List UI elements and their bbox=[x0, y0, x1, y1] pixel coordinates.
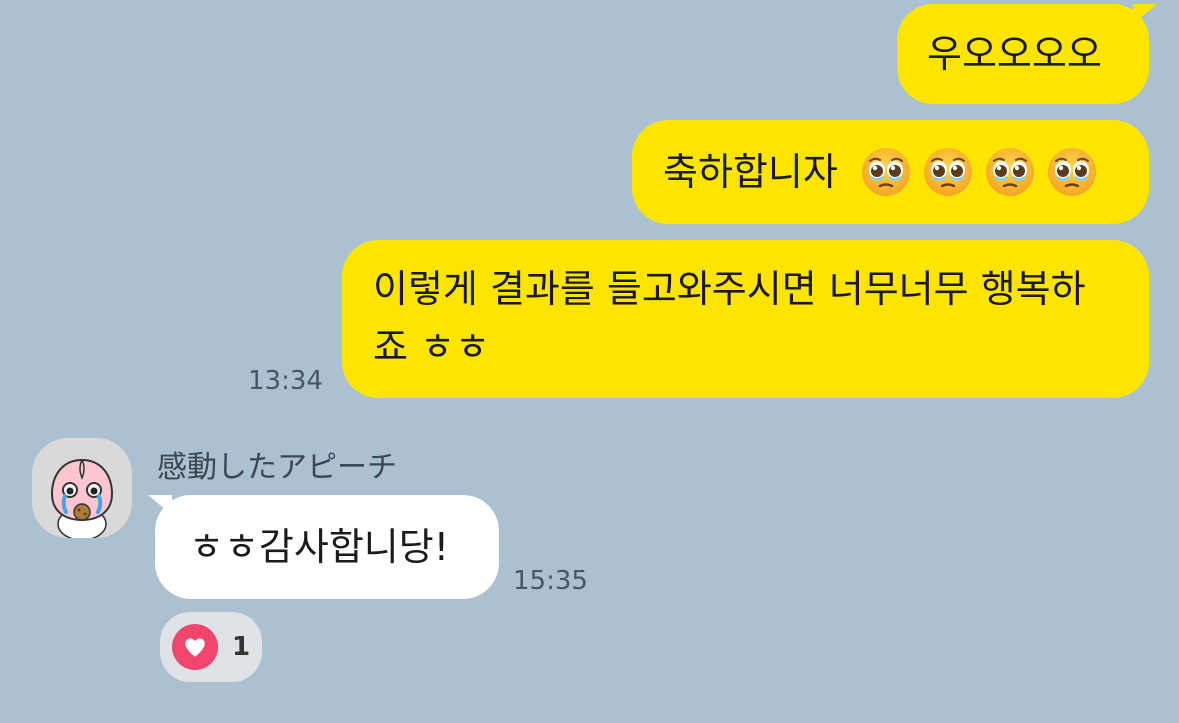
their-message-bubble[interactable]: ㅎㅎ감사합니당! bbox=[148, 495, 499, 599]
pleading-face-emoji bbox=[861, 148, 910, 196]
pleading-face-emoji bbox=[923, 148, 972, 196]
pleading-face-emoji bbox=[985, 148, 1034, 196]
bubble-tail bbox=[148, 495, 172, 515]
reaction-count: 1 bbox=[232, 632, 251, 662]
bubble-tail bbox=[1133, 4, 1157, 24]
apeach-crying-icon bbox=[32, 438, 132, 538]
pleading-face-emoji bbox=[1047, 148, 1096, 196]
sender-avatar[interactable] bbox=[32, 438, 132, 538]
message-text: ㅎㅎ감사합니당! bbox=[189, 525, 449, 569]
my-message-bubble[interactable]: 축하합니자 bbox=[632, 120, 1149, 224]
my-message-bubble[interactable]: 우오오오오 bbox=[897, 4, 1157, 104]
message-text: 이렇게 결과를 들고와주시면 너무너무 행복하죠 ㅎㅎ bbox=[373, 267, 1086, 369]
message-text: 축하합니자 bbox=[663, 150, 838, 194]
heart-icon bbox=[172, 624, 218, 670]
reaction-chip[interactable]: 1 bbox=[160, 612, 262, 682]
message-timestamp: 15:35 bbox=[513, 566, 588, 596]
message-text: 우오오오오 bbox=[927, 32, 1102, 76]
my-message-bubble[interactable]: 이렇게 결과를 들고와주시면 너무너무 행복하죠 ㅎㅎ bbox=[342, 240, 1149, 398]
sender-name[interactable]: 感動したアピーチ bbox=[157, 442, 397, 486]
emoji-group bbox=[860, 146, 1098, 198]
message-timestamp: 13:34 bbox=[248, 366, 323, 396]
